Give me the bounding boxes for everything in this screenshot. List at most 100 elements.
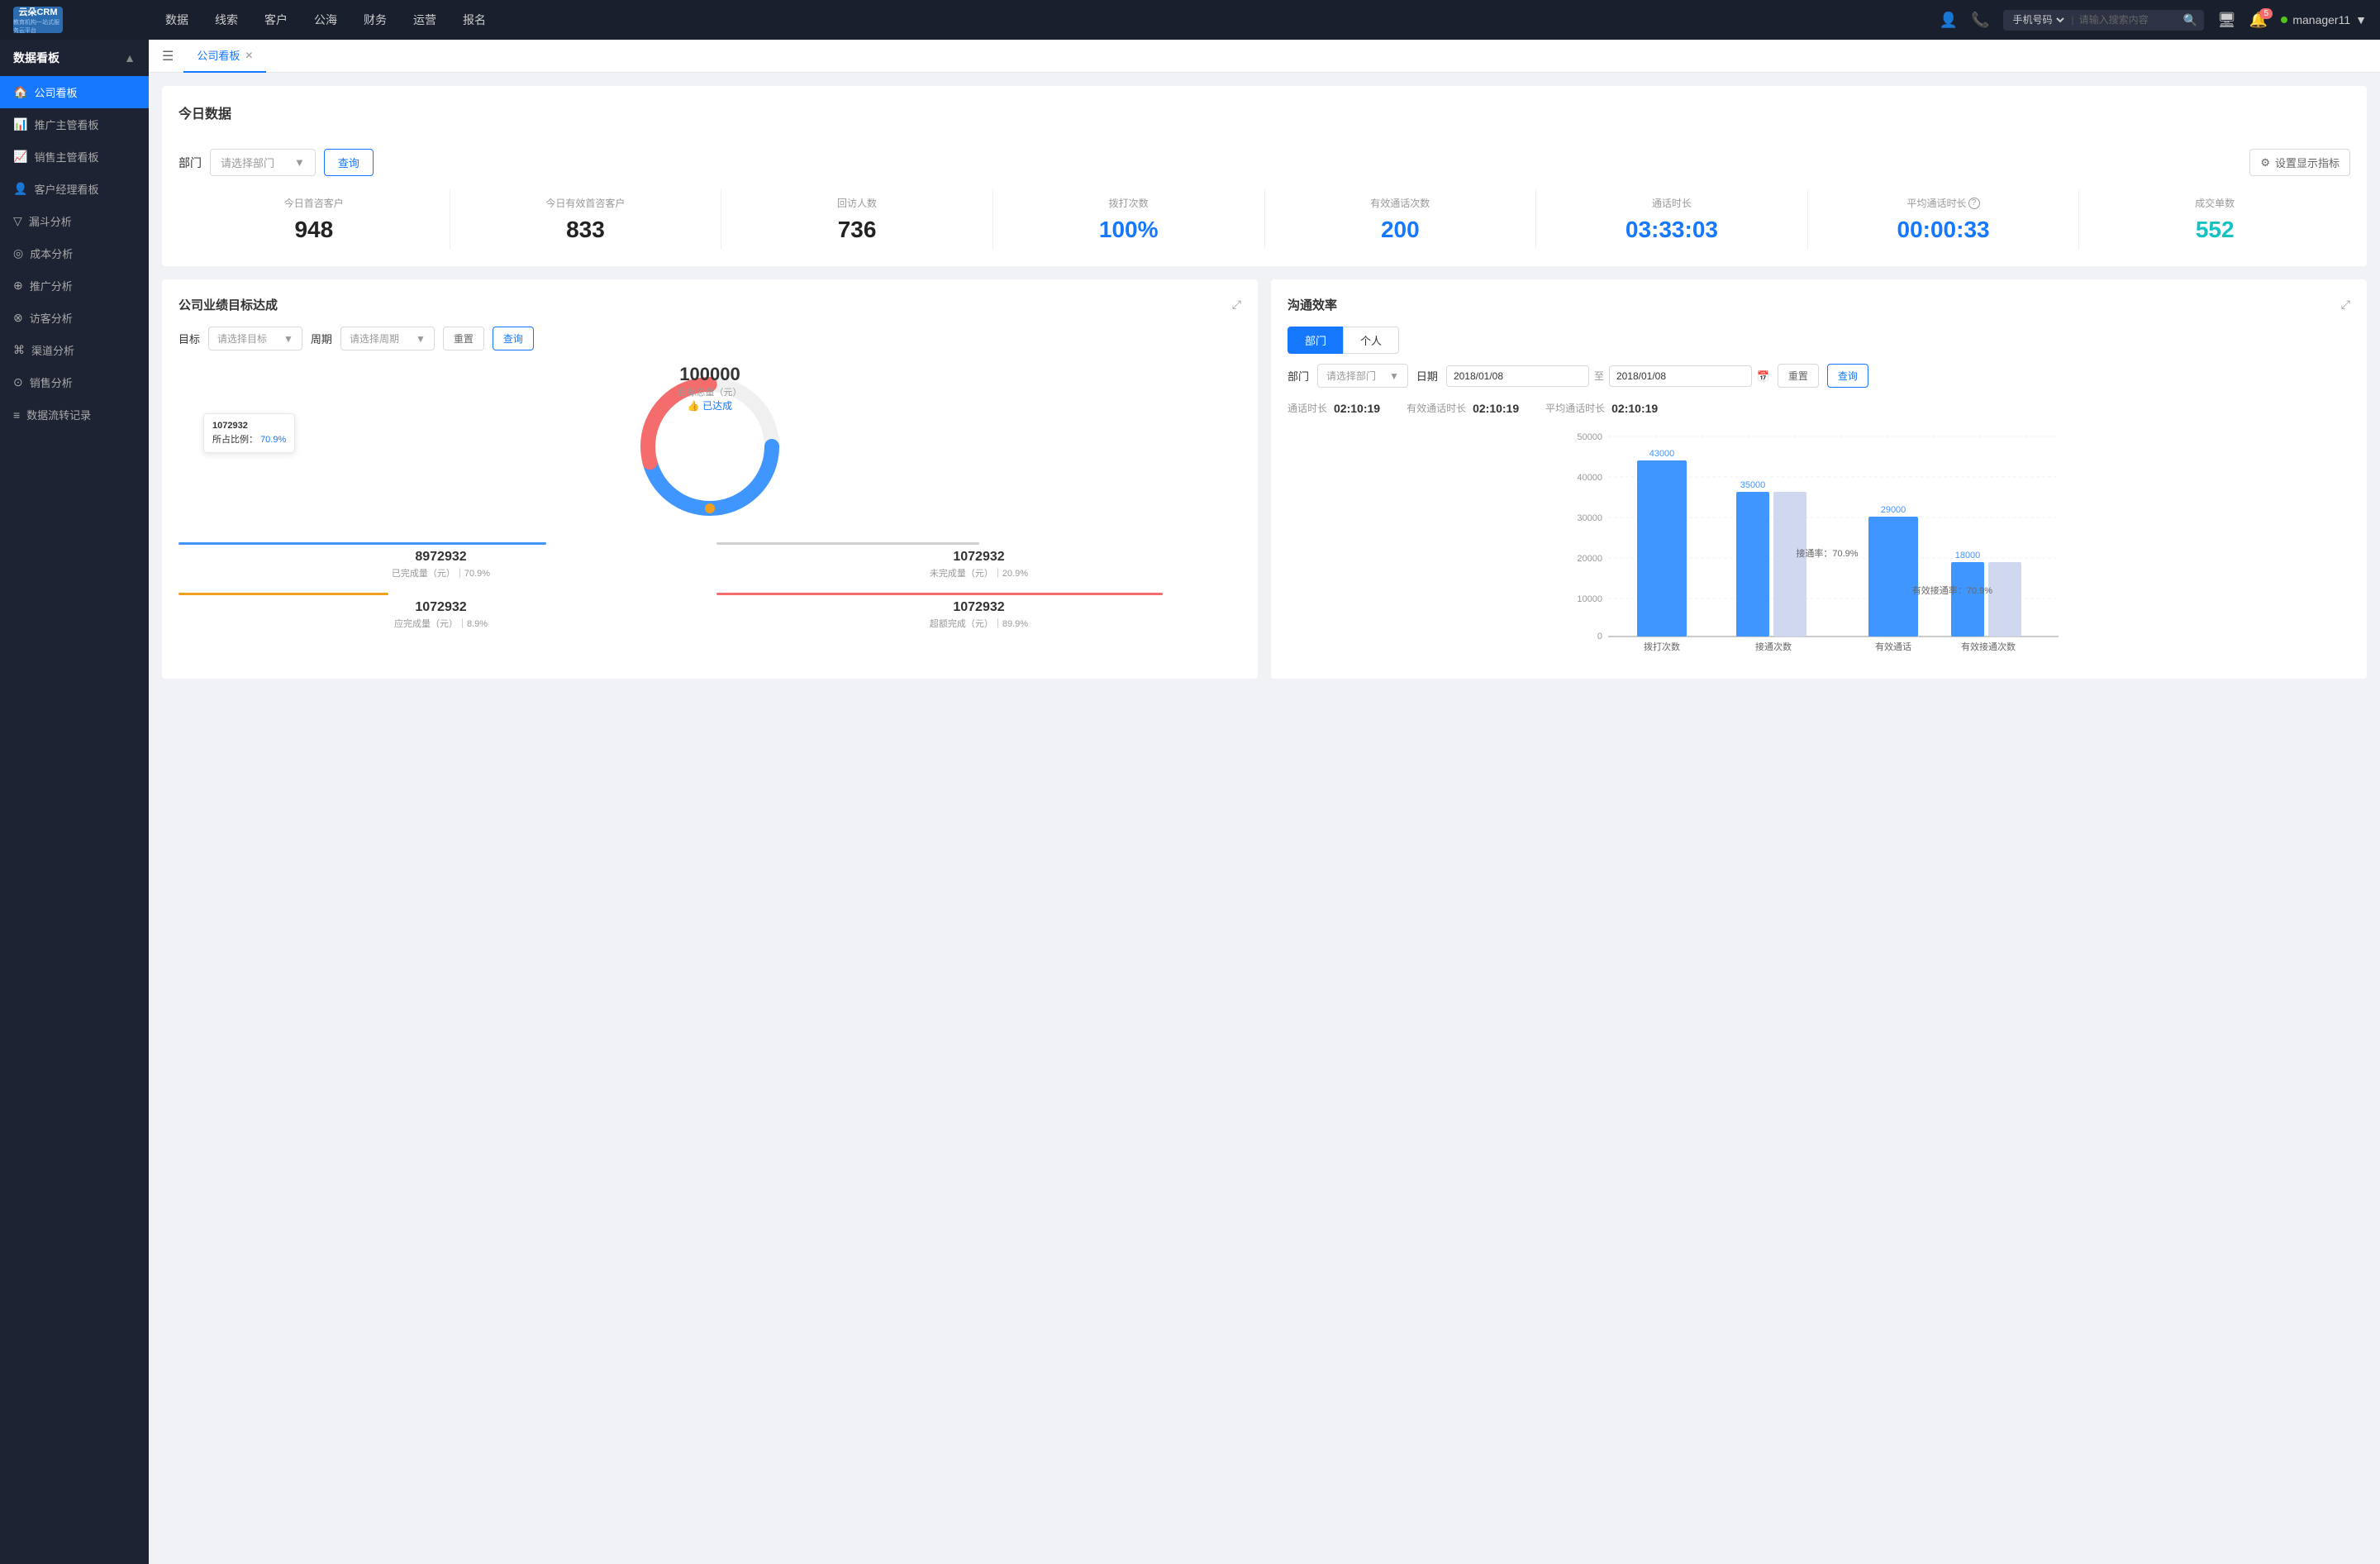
nav-items: 数据 线索 客户 公海 财务 运营 报名: [162, 12, 1940, 28]
comm-stat-avg-label: 平均通话时长: [1545, 401, 1605, 415]
phone-icon[interactable]: 📞: [1971, 12, 1989, 29]
promotion-board-icon: 📊: [13, 117, 27, 131]
comm-stat-duration-value: 02:10:19: [1334, 402, 1380, 415]
today-data-header: 今日数据: [178, 103, 2350, 136]
logo: 云朵CRM 教育机构一站式服务云平台: [13, 7, 63, 33]
search-box[interactable]: 手机号码 | 🔍: [2003, 10, 2205, 31]
sidebar-item-promotion-board[interactable]: 📊 推广主管看板: [0, 108, 149, 141]
content-area: ☰ 公司看板 ✕ 今日数据 部门 请选择部门: [149, 40, 2380, 1564]
settings-display-button[interactable]: ⚙ 设置显示指标: [2249, 149, 2350, 176]
svg-text:29000: 29000: [1881, 505, 1906, 515]
nav-data[interactable]: 数据: [162, 12, 192, 28]
dept-label: 部门: [178, 155, 202, 171]
stat-bar-completed: [178, 542, 546, 545]
svg-text:0: 0: [1597, 632, 1602, 641]
search-input[interactable]: [2079, 14, 2178, 26]
comm-tab-dept[interactable]: 部门: [1288, 327, 1343, 354]
comm-tab-person[interactable]: 个人: [1343, 327, 1399, 354]
collapse-icon[interactable]: ▲: [124, 51, 136, 64]
nav-finance[interactable]: 财务: [360, 12, 390, 28]
sidebar-item-funnel[interactable]: ▽ 漏斗分析: [0, 205, 149, 237]
sidebar-item-promotion-analysis[interactable]: ⊕ 推广分析: [0, 269, 149, 302]
comm-reset-button[interactable]: 重置: [1778, 364, 1819, 388]
comm-efficiency-card: 沟通效率 ⤢ 部门 个人 部门 请选择部门 ▼: [1271, 279, 2367, 679]
date-end-input[interactable]: [1609, 365, 1752, 387]
sidebar-item-cost[interactable]: ◎ 成本分析: [0, 237, 149, 269]
sidebar-item-data-flow[interactable]: ≡ 数据流转记录: [0, 398, 149, 431]
logo-main-text: 云朵CRM: [18, 5, 57, 18]
perf-reset-button[interactable]: 重置: [443, 327, 484, 350]
comm-query-button[interactable]: 查询: [1827, 364, 1868, 388]
today-query-button[interactable]: 查询: [324, 149, 374, 176]
dept-filter: 今日数据: [178, 103, 231, 136]
sidebar-item-channel[interactable]: ⌘ 渠道分析: [0, 334, 149, 366]
nav-operations[interactable]: 运营: [410, 12, 440, 28]
menu-toggle-icon[interactable]: ☰: [162, 48, 174, 64]
today-data-title: 今日数据: [178, 103, 231, 122]
comm-dept-placeholder: 请选择部门: [1326, 369, 1376, 383]
performance-card: 公司业绩目标达成 ⤢ 目标 请选择目标 ▼ 周期 请选择周期 ▼: [162, 279, 1258, 679]
period-select[interactable]: 请选择周期 ▼: [340, 327, 435, 350]
svg-text:20000: 20000: [1577, 554, 1602, 564]
nav-customers[interactable]: 客户: [261, 12, 291, 28]
funnel-icon: ▽: [13, 214, 22, 228]
date-start-input[interactable]: [1446, 365, 1589, 387]
tooltip-pct-label: 所占比例：: [212, 435, 258, 445]
sidebar-item-sales-analysis[interactable]: ⊙ 销售分析: [0, 366, 149, 398]
donut-achieved-label: 👍 已达成: [678, 398, 742, 412]
user-dropdown-icon[interactable]: ▼: [2355, 13, 2367, 26]
tab-close-icon[interactable]: ✕: [245, 50, 253, 61]
target-select[interactable]: 请选择目标 ▼: [208, 327, 302, 350]
svg-text:拨打次数: 拨打次数: [1644, 641, 1680, 652]
metrics-row: 今日首咨客户 948 今日有效首咨客户 833 回访人数 736 拨打次数 10…: [178, 189, 2350, 250]
search-icon[interactable]: 🔍: [2183, 13, 2197, 27]
sidebar-section-title: 数据看板: [13, 50, 60, 66]
comm-stat-avg-duration: 平均通话时长 02:10:19: [1545, 401, 1658, 415]
monitor-icon[interactable]: 🖥: [2217, 12, 2236, 29]
metric-label: 成交单数: [2086, 196, 2344, 210]
tab-company-board[interactable]: 公司看板 ✕: [183, 40, 266, 73]
tooltip-pct-value: 70.9%: [260, 435, 286, 445]
comm-dept-select[interactable]: 请选择部门 ▼: [1317, 364, 1408, 388]
metric-avg-call: 平均通话时长? 00:00:33: [1808, 189, 2080, 250]
expand-icon[interactable]: ⤢: [1232, 298, 1241, 312]
sidebar-item-label: 销售主管看板: [34, 149, 98, 165]
main-layout: 数据看板 ▲ 🏠 公司看板 📊 推广主管看板 📈 销售主管看板 👤 客户经理看板…: [0, 40, 2380, 1564]
svg-text:接通次数: 接通次数: [1755, 641, 1792, 652]
perf-query-button[interactable]: 查询: [493, 327, 534, 350]
search-type-select[interactable]: 手机号码: [2010, 13, 2067, 26]
calendar-icon[interactable]: 📅: [1757, 370, 1769, 382]
tooltip-pct: 所占比例： 70.9%: [212, 432, 286, 446]
notification-button[interactable]: 🔔 5: [2249, 12, 2268, 29]
metric-value: 833: [457, 217, 715, 243]
metric-revisit: 回访人数 736: [721, 189, 993, 250]
dashboard: 今日数据 部门 请选择部门 ▼ 查询 ⚙ 设置显示指标: [149, 73, 2380, 1564]
period-select-arrow-icon: ▼: [416, 333, 426, 345]
username: manager11: [2292, 13, 2350, 26]
dept-select[interactable]: 请选择部门 ▼: [210, 149, 316, 176]
top-navigation: 云朵CRM 教育机构一站式服务云平台 数据 线索 客户 公海 财务 运营 报名 …: [0, 0, 2380, 40]
stat-num-over: 1072932: [716, 600, 1241, 615]
metric-value: 552: [2086, 217, 2344, 243]
nav-signup[interactable]: 报名: [459, 12, 489, 28]
sidebar-item-label: 访客分析: [30, 310, 73, 326]
svg-text:10000: 10000: [1577, 594, 1602, 604]
metric-value: 100%: [1000, 217, 1258, 243]
svg-text:18000: 18000: [1955, 551, 1981, 560]
comm-expand-icon[interactable]: ⤢: [2341, 298, 2350, 312]
sidebar-item-sales-board[interactable]: 📈 销售主管看板: [0, 141, 149, 173]
sidebar-item-customer-board[interactable]: 👤 客户经理看板: [0, 173, 149, 205]
stat-over-complete: 1072932 超额完成（元）｜89.9%: [716, 593, 1241, 630]
nav-leads[interactable]: 线索: [212, 12, 241, 28]
sidebar-item-company-board[interactable]: 🏠 公司看板: [0, 76, 149, 108]
comm-stat-duration: 通话时长 02:10:19: [1288, 401, 1380, 415]
sidebar-item-visitor[interactable]: ⊗ 访客分析: [0, 302, 149, 334]
nav-public-sea[interactable]: 公海: [311, 12, 340, 28]
person-icon[interactable]: 👤: [1940, 12, 1958, 29]
svg-text:有效通话: 有效通话: [1875, 641, 1911, 652]
sales-analysis-icon: ⊙: [13, 375, 23, 389]
user-area[interactable]: manager11 ▼: [2281, 13, 2367, 26]
sidebar: 数据看板 ▲ 🏠 公司看板 📊 推广主管看板 📈 销售主管看板 👤 客户经理看板…: [0, 40, 149, 1564]
settings-label: 设置显示指标: [2275, 155, 2340, 170]
performance-title: 公司业绩目标达成: [178, 296, 278, 313]
